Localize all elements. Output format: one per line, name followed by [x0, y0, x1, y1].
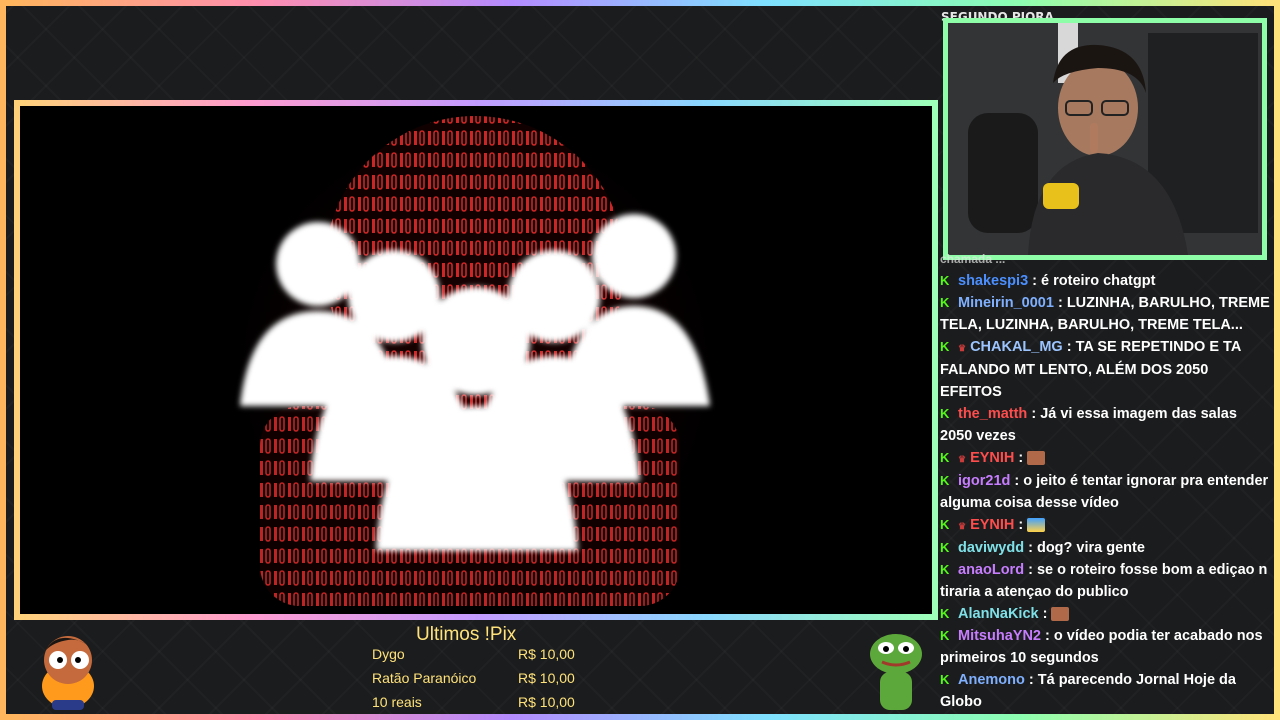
- kick-badge-icon: K: [940, 562, 950, 577]
- chat-separator: :: [1024, 562, 1037, 578]
- chat-username[interactable]: MitsuhaYN2: [958, 628, 1041, 644]
- chat-separator: :: [1010, 473, 1024, 489]
- pix-amount: R$ 10,00: [518, 694, 575, 710]
- chat-separator: :: [1028, 273, 1042, 289]
- chat-message-text: é roteiro chatgpt: [1041, 273, 1156, 289]
- chat-username[interactable]: Mineirin_0001: [958, 295, 1054, 311]
- chat-separator: :: [1024, 672, 1038, 688]
- video-frame-image: [20, 106, 932, 614]
- chat-separator: :: [1014, 450, 1028, 466]
- chat-panel[interactable]: chamada ... Kshakespi3 : é roteiro chatg…: [940, 248, 1270, 713]
- chat-username[interactable]: Anemono: [958, 672, 1025, 688]
- crown-badge-icon: ♛: [958, 454, 967, 464]
- chat-separator: :: [1024, 540, 1037, 556]
- kick-badge-icon: K: [940, 339, 950, 354]
- chat-message: Kthe_matth : Já vi essa imagem das salas…: [940, 403, 1270, 447]
- chat-separator: :: [1014, 517, 1028, 533]
- chat-message: K MitsuhaYN2 : o vídeo podia ter acabado …: [940, 625, 1270, 669]
- chat-separator: :: [1062, 339, 1076, 355]
- chat-message: K ♛ CHAKAL_MG : TA SE REPETINDO E TA FALAN…: [940, 336, 1270, 403]
- pix-title: Ultimos !Pix: [416, 624, 517, 645]
- chat-separator: :: [1027, 406, 1041, 422]
- kick-badge-icon: K: [940, 628, 950, 643]
- kick-badge-icon: K: [940, 540, 950, 555]
- chat-message: Kdaviwydd : dog? vira gente: [940, 537, 1270, 559]
- chat-message-text: dog? vira gente: [1036, 540, 1145, 556]
- chat-separator: :: [1038, 606, 1052, 622]
- webcam-feed: [943, 18, 1267, 260]
- chat-username[interactable]: daviwydd: [958, 540, 1024, 556]
- chat-username[interactable]: the_matth: [958, 406, 1027, 422]
- face-emote-icon: [1027, 451, 1046, 466]
- pix-row: 10 reais R$ 10,00: [372, 694, 582, 710]
- crown-badge-icon: ♛: [958, 521, 967, 531]
- kick-badge-icon: K: [940, 406, 950, 421]
- chat-separator: :: [1041, 628, 1054, 644]
- chat-message: K AlanNaKick :: [940, 603, 1270, 625]
- pix-donor-name: Ratão Paranóico: [372, 670, 477, 686]
- kick-badge-icon: K: [940, 672, 950, 687]
- pix-donor-name: 10 reais: [372, 694, 422, 710]
- chat-username[interactable]: shakespi3: [958, 273, 1028, 289]
- mascot-character-icon: [42, 636, 94, 710]
- chat-username[interactable]: EYNIH: [970, 517, 1014, 533]
- chat-partial-line: chamada ...: [940, 252, 1006, 266]
- pix-row: Ratão Paranóico R$ 10,00: [372, 670, 582, 686]
- main-video-player[interactable]: [14, 100, 938, 620]
- chat-separator: :: [1053, 295, 1067, 311]
- pix-amount: R$ 10,00: [518, 646, 575, 662]
- chat-message: Kshakespi3 : é roteiro chatgpt: [940, 270, 1270, 292]
- chat-username[interactable]: CHAKAL_MG: [970, 339, 1063, 355]
- chat-username[interactable]: EYNIH: [970, 450, 1014, 466]
- crown-badge-icon: ♛: [958, 343, 967, 353]
- pepe-emote-icon: [870, 634, 922, 710]
- wave-emote-icon: [1027, 518, 1046, 533]
- pix-row: Dygo R$ 10,00: [372, 646, 582, 662]
- streamer-webcam-image: [948, 23, 1262, 255]
- kick-badge-icon: K: [940, 273, 950, 288]
- chat-message: Kigor21d : o jeito é tentar ignorar pra …: [940, 470, 1270, 514]
- chat-message: K ♛ EYNIH :: [940, 447, 1270, 470]
- chat-message: K Anemono : Tá parecendo Jornal Hoje da G…: [940, 669, 1270, 713]
- pix-donor-name: Dygo: [372, 646, 405, 662]
- kick-badge-icon: K: [940, 473, 950, 488]
- kick-badge-icon: K: [940, 517, 950, 532]
- kick-badge-icon: K: [940, 606, 950, 621]
- chat-message: KanaoLord : se o roteiro fosse bom a edi…: [940, 559, 1270, 603]
- chat-username[interactable]: anaoLord: [958, 562, 1024, 578]
- chat-message: K Mineirin_0001 : LUZINHA, BARULHO, TREME…: [940, 292, 1270, 336]
- chat-username[interactable]: AlanNaKick: [958, 606, 1039, 622]
- face-emote-icon: [1051, 607, 1070, 622]
- kick-badge-icon: K: [940, 450, 950, 465]
- chat-username[interactable]: igor21d: [958, 473, 1010, 489]
- kick-badge-icon: K: [940, 295, 950, 310]
- pix-amount: R$ 10,00: [518, 670, 575, 686]
- chat-message: K ♛ EYNIH :: [940, 514, 1270, 537]
